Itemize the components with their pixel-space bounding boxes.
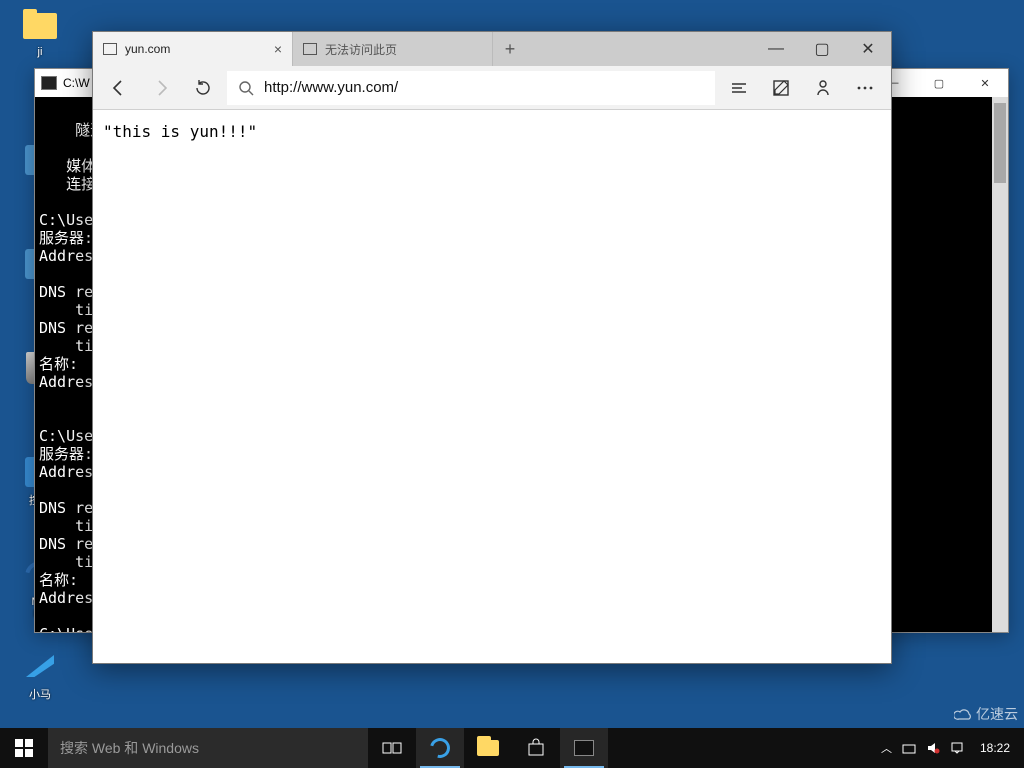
- address-bar[interactable]: [227, 71, 715, 105]
- tab-label: 无法访问此页: [325, 41, 397, 58]
- tab-label: yun.com: [125, 42, 170, 56]
- taskbar-app-edge[interactable]: [416, 728, 464, 768]
- scrollbar-thumb[interactable]: [994, 103, 1006, 183]
- tab-yun[interactable]: yun.com ×: [93, 32, 293, 66]
- forward-icon: [151, 78, 171, 98]
- maximize-button[interactable]: ▢: [916, 69, 962, 97]
- task-view-icon: [382, 740, 402, 756]
- tray-chevron-icon[interactable]: ︿: [881, 740, 892, 756]
- cmd-scrollbar[interactable]: [992, 97, 1008, 632]
- taskbar: 搜索 Web 和 Windows ︿ 18:22: [0, 728, 1024, 768]
- more-button[interactable]: [847, 70, 883, 106]
- cloud-icon: [954, 707, 972, 721]
- close-button[interactable]: ✕: [845, 32, 891, 66]
- cmd-title-text: C:\W: [63, 76, 90, 90]
- volume-tray-icon[interactable]: [926, 741, 940, 755]
- clock-time: 18:22: [980, 741, 1010, 755]
- windows-icon: [15, 739, 33, 757]
- cmd-icon: [41, 76, 57, 90]
- forward-button[interactable]: [143, 70, 179, 106]
- page-icon: [103, 43, 117, 55]
- new-tab-button[interactable]: +: [493, 32, 527, 66]
- network-tray-icon[interactable]: [902, 741, 916, 755]
- page-text: "this is yun!!!": [103, 122, 257, 141]
- taskbar-app-store[interactable]: [512, 728, 560, 768]
- cmd-icon: [574, 740, 594, 756]
- system-tray[interactable]: ︿ 18:22: [873, 728, 1024, 768]
- desktop-icon-xiaoma[interactable]: 小马: [10, 648, 70, 702]
- address-input[interactable]: [264, 79, 704, 96]
- edge-icon: [426, 734, 453, 761]
- tab-close-button[interactable]: ×: [274, 41, 282, 57]
- folder-icon: [22, 8, 58, 44]
- back-icon: [109, 78, 129, 98]
- refresh-button[interactable]: [185, 70, 221, 106]
- notifications-icon[interactable]: [950, 741, 964, 755]
- page-icon: [303, 43, 317, 55]
- watermark: 亿速云: [954, 704, 1018, 724]
- close-button[interactable]: ✕: [962, 69, 1008, 97]
- tab-error-page[interactable]: 无法访问此页: [293, 32, 493, 66]
- icon-label: 小马: [29, 686, 51, 702]
- tabstrip: yun.com × 无法访问此页 + — ▢ ✕: [93, 32, 891, 66]
- edge-window[interactable]: yun.com × 无法访问此页 + — ▢ ✕: [92, 31, 892, 664]
- hub-icon: [729, 78, 749, 98]
- store-icon: [526, 738, 546, 758]
- notes-button[interactable]: [763, 70, 799, 106]
- search-placeholder: 搜索 Web 和 Windows: [60, 738, 199, 758]
- arrow-icon: [22, 648, 58, 684]
- share-button[interactable]: [805, 70, 841, 106]
- refresh-icon: [193, 78, 213, 98]
- hub-button[interactable]: [721, 70, 757, 106]
- notes-icon: [771, 78, 791, 98]
- taskbar-clock[interactable]: 18:22: [974, 741, 1016, 755]
- taskbar-app-explorer[interactable]: [464, 728, 512, 768]
- start-button[interactable]: [0, 728, 48, 768]
- taskbar-search[interactable]: 搜索 Web 和 Windows: [48, 728, 368, 768]
- browser-toolbar: [93, 66, 891, 110]
- watermark-text: 亿速云: [976, 704, 1018, 724]
- folder-icon: [477, 740, 499, 756]
- back-button[interactable]: [101, 70, 137, 106]
- share-icon: [813, 78, 833, 98]
- minimize-button[interactable]: —: [753, 32, 799, 66]
- taskbar-app-cmd[interactable]: [560, 728, 608, 768]
- more-icon: [855, 78, 875, 98]
- search-icon: [238, 80, 254, 96]
- desktop-icon-user-folder[interactable]: ji: [10, 8, 70, 58]
- task-view-button[interactable]: [368, 728, 416, 768]
- maximize-button[interactable]: ▢: [799, 32, 845, 66]
- page-content: "this is yun!!!": [93, 110, 891, 663]
- icon-label: ji: [38, 46, 43, 58]
